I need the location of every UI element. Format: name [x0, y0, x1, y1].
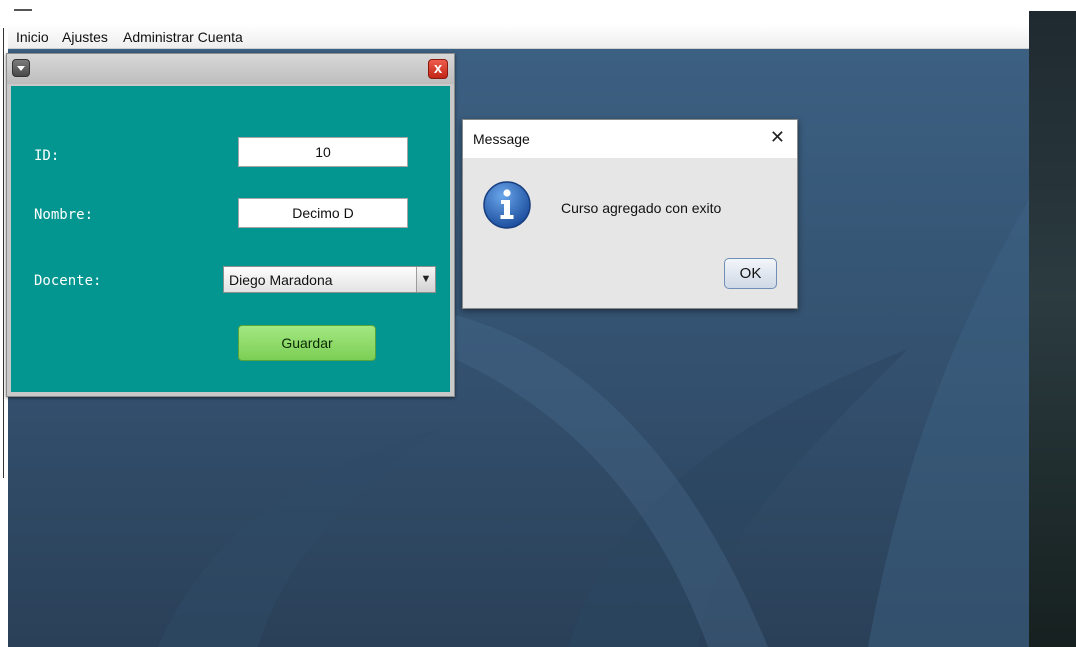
nombre-field[interactable]: Decimo D — [238, 198, 408, 228]
docente-combobox[interactable]: Diego Maradona ▼ — [223, 266, 436, 293]
dialog-close-icon[interactable]: ✕ — [770, 127, 785, 148]
internal-frame-titlebar[interactable]: x — [7, 54, 454, 84]
docente-label: Docente: — [34, 273, 102, 289]
minimize-dash-icon — [14, 9, 32, 11]
info-icon — [483, 181, 531, 229]
dropdown-arrow-icon[interactable]: ▼ — [416, 267, 435, 292]
system-menu-icon[interactable] — [12, 59, 30, 77]
id-field[interactable]: 10 — [238, 137, 408, 167]
menu-item-ajustes[interactable]: Ajustes — [62, 29, 108, 45]
frame-close-button[interactable]: x — [428, 59, 448, 79]
left-edge-line — [3, 28, 4, 478]
message-dialog-title: Message — [473, 131, 530, 147]
docente-selected-value: Diego Maradona — [229, 272, 333, 288]
background-window-edge — [1029, 11, 1076, 647]
message-dialog-titlebar[interactable]: Message ✕ — [463, 120, 797, 158]
ok-button[interactable]: OK — [724, 258, 777, 289]
curso-internal-frame: x ID: 10 Nombre: Decimo D Docente: Diego… — [6, 53, 455, 397]
message-text: Curso agregado con exito — [561, 200, 722, 216]
form-panel: ID: 10 Nombre: Decimo D Docente: Diego M… — [11, 86, 450, 392]
id-label: ID: — [34, 148, 60, 164]
menu-item-inicio[interactable]: Inicio — [16, 29, 49, 45]
message-dialog: Message ✕ Curso agregado con exito OK — [462, 119, 798, 309]
top-strip — [0, 0, 1076, 22]
nombre-label: Nombre: — [34, 207, 94, 223]
guardar-button[interactable]: Guardar — [238, 325, 376, 361]
menu-bar: Inicio Ajustes Administrar Cuenta — [8, 24, 1029, 49]
menu-item-administrar-cuenta[interactable]: Administrar Cuenta — [123, 29, 243, 45]
